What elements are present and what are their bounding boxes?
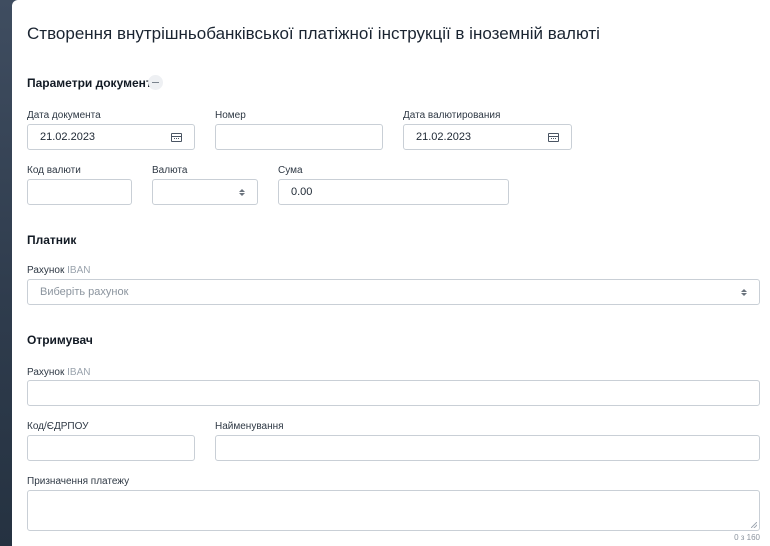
recipient-code-input[interactable]	[27, 435, 195, 461]
currency-select[interactable]	[152, 179, 258, 205]
iban-hint: IBAN	[67, 367, 91, 378]
value-date-label: Дата валютирования	[403, 110, 501, 121]
amount-input[interactable]: 0.00	[278, 179, 509, 205]
purpose-char-counter: 0 з 160	[734, 533, 760, 542]
page-title: Створення внутрішньобанківської платіжно…	[27, 24, 600, 43]
recipient-account-input[interactable]	[27, 380, 760, 406]
collapse-section-button[interactable]	[148, 75, 163, 90]
payer-account-select[interactable]: Виберіть рахунок	[27, 279, 760, 305]
section-payer: Платник	[27, 233, 77, 247]
doc-date-input[interactable]: 21.02.2023	[27, 124, 195, 150]
calendar-icon[interactable]	[171, 132, 182, 142]
amount-label: Сума	[278, 165, 303, 176]
payment-form-panel: Створення внутрішньобанківської платіжно…	[12, 0, 770, 546]
section-document-params: Параметри документа	[27, 76, 159, 90]
iban-hint: IBAN	[67, 265, 91, 276]
recipient-code-label: Код/ЄДРПОУ	[27, 421, 89, 432]
payer-account-placeholder: Виберіть рахунок	[40, 286, 129, 298]
select-arrows-icon	[741, 288, 747, 296]
minus-icon	[152, 82, 159, 83]
value-date-input[interactable]: 21.02.2023	[403, 124, 572, 150]
purpose-textarea[interactable]	[27, 490, 760, 531]
doc-date-label: Дата документа	[27, 110, 101, 121]
resize-handle-icon[interactable]	[751, 522, 757, 528]
amount-value: 0.00	[291, 186, 313, 198]
recipient-account-label: Рахунок IBAN	[27, 367, 91, 378]
number-input[interactable]	[215, 124, 383, 150]
value-date-value: 21.02.2023	[416, 131, 472, 143]
calendar-icon[interactable]	[548, 132, 559, 142]
select-arrows-icon	[239, 188, 245, 196]
currency-label: Валюта	[152, 165, 188, 176]
number-label: Номер	[215, 110, 246, 121]
currency-code-input[interactable]	[27, 179, 132, 205]
doc-date-value: 21.02.2023	[40, 131, 96, 143]
payer-account-label: Рахунок IBAN	[27, 265, 91, 276]
recipient-name-label: Найменування	[215, 421, 284, 432]
section-recipient: Отримувач	[27, 333, 93, 347]
currency-code-label: Код валюти	[27, 165, 81, 176]
recipient-name-input[interactable]	[215, 435, 760, 461]
purpose-label: Призначення платежу	[27, 476, 130, 487]
